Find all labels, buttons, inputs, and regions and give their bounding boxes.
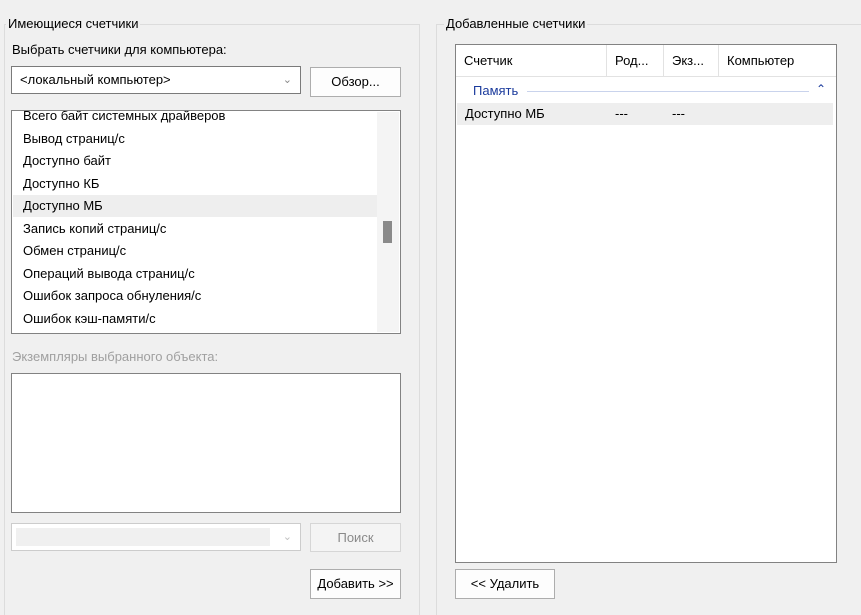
group-divider (527, 91, 809, 92)
counter-group-name: Память (473, 83, 519, 98)
browse-button[interactable]: Обзор... (310, 67, 401, 97)
list-item[interactable]: Вывод страниц/с (13, 128, 377, 150)
add-button[interactable]: Добавить >> (310, 569, 401, 599)
scrollbar-thumb[interactable] (383, 221, 392, 243)
list-item[interactable]: Запись копий страниц/с (13, 218, 377, 240)
computer-combobox[interactable]: <локальный компьютер> ⌄ (11, 66, 301, 94)
column-header-computer[interactable]: Компьютер (719, 45, 836, 77)
list-item[interactable]: Доступно КБ (13, 173, 377, 195)
search-combobox[interactable]: ⌄ (11, 523, 301, 551)
instances-list[interactable] (11, 373, 401, 513)
row-instance: --- (672, 106, 685, 121)
chevron-down-icon: ⌄ (282, 531, 292, 543)
search-combobox-field (16, 528, 270, 546)
select-computer-label: Выбрать счетчики для компьютера: (12, 42, 227, 57)
counter-list-scrollbar[interactable] (377, 112, 399, 332)
instances-label: Экземпляры выбранного объекта: (12, 349, 219, 364)
chevron-down-icon: ⌄ (282, 74, 292, 86)
list-item[interactable]: Операций вывода страниц/с (13, 263, 377, 285)
list-item[interactable]: Ошибок кэш-памяти/с (13, 308, 377, 330)
computer-combobox-value: <локальный компьютер> (20, 72, 171, 87)
added-counters-table[interactable]: Счетчик Род... Экз... Компьютер Память ⌃… (455, 44, 837, 563)
table-row[interactable]: Доступно МБ --- --- (457, 103, 833, 125)
available-counters-title: Имеющиеся счетчики (6, 16, 141, 32)
list-item[interactable]: Обмен страниц/с (13, 240, 377, 262)
list-item[interactable]: Всего байт системных драйверов (13, 111, 377, 127)
remove-button[interactable]: << Удалить (455, 569, 555, 599)
row-counter: Доступно МБ (465, 106, 545, 121)
list-item[interactable]: Ошибок запроса обнуления/с (13, 285, 377, 307)
counter-group-header[interactable]: Память ⌃ (457, 80, 835, 102)
column-header-instance[interactable]: Экз... (664, 45, 719, 77)
list-item[interactable]: Доступно МБ (13, 195, 377, 217)
column-header-parent[interactable]: Род... (607, 45, 664, 77)
column-header-counter[interactable]: Счетчик (456, 45, 607, 77)
chevron-up-icon[interactable]: ⌃ (816, 82, 826, 96)
search-button[interactable]: Поиск (310, 523, 401, 552)
added-counters-title: Добавленные счетчики (444, 16, 588, 32)
list-item[interactable]: Доступно байт (13, 150, 377, 172)
counter-list[interactable]: Всего байт системных драйверов Вывод стра… (11, 110, 401, 334)
row-parent: --- (615, 106, 628, 121)
